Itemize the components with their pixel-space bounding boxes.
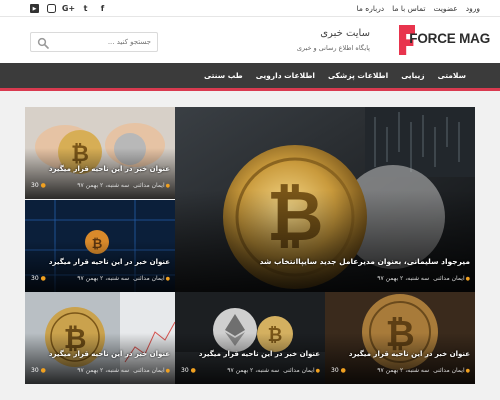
search-icon[interactable] [37, 37, 49, 49]
post-author[interactable]: ایمان مدائنی [133, 367, 170, 374]
eye-icon: ● [40, 182, 46, 189]
post-meta: ایمان مدائنی سه شنبه، ۲ بهمن ۹۷ [227, 367, 320, 374]
search-box [30, 32, 158, 52]
instagram-icon[interactable] [47, 4, 56, 13]
post-meta: ایمان مدائنی سه شنبه، ۲ بهمن ۹۷ [77, 182, 170, 189]
eye-icon: ● [340, 367, 346, 374]
post-author[interactable]: ایمان مدائنی [133, 275, 170, 282]
search-input[interactable] [52, 33, 157, 51]
post-meta: ایمان مدائنی سه شنبه، ۲ بهمن ۹۷ [77, 275, 170, 282]
post-author[interactable]: ایمان مدائنی [433, 367, 470, 374]
post-card[interactable]: ₿ عنوان خبر در این ناحیه قرار میگیرد ایم… [325, 292, 475, 384]
post-title[interactable]: عنوان خبر در این ناحیه قرار میگیرد [49, 258, 170, 266]
post-date: سه شنبه، ۲ بهمن ۹۷ [227, 367, 280, 374]
post-author[interactable]: ایمان مدائنی [283, 367, 320, 374]
top-nav: ورود عضویت تماس با ما درباره ما [357, 0, 480, 17]
logo-text[interactable]: FORCE MAG [409, 31, 490, 46]
nav-item-drug-info[interactable]: اطلاعات دارویی [256, 71, 315, 80]
facebook-icon[interactable]: f [98, 4, 107, 13]
post-views: 30 ● [331, 367, 346, 374]
post-author[interactable]: ایمان مدائنی [433, 275, 470, 282]
post-meta: ایمان مدائنی سه شنبه، ۲ بهمن ۹۷ [377, 367, 470, 374]
post-views: 30 ● [31, 182, 46, 189]
post-title[interactable]: میرجواد سلیمانی، بعنوان مدیرعامل جدید سا… [260, 257, 470, 266]
nav-item-beauty[interactable]: زیبایی [401, 71, 424, 80]
post-card[interactable]: ₿ عنوان خبر در این ناحیه قرار میگیرد ایم… [175, 292, 325, 384]
post-card[interactable]: ₿ عنوان خبر در این ناحیه قرار میگیرد ایم… [25, 292, 175, 384]
site-name: سایت خبری [320, 28, 370, 39]
post-views: 30 ● [31, 367, 46, 374]
google-plus-icon[interactable]: G+ [62, 4, 75, 13]
post-card[interactable]: ₿ عنوان خبر در این ناحیه قرار میگیرد ایم… [25, 107, 175, 199]
post-date: سه شنبه، ۲ بهمن ۹۷ [77, 275, 130, 282]
post-views: 30 ● [31, 275, 46, 282]
about-link[interactable]: درباره ما [357, 4, 385, 13]
top-bar: ورود عضویت تماس با ما درباره ما ▶ G+ t f [0, 0, 500, 17]
youtube-icon[interactable]: ▶ [30, 4, 39, 13]
post-date: سه شنبه، ۲ بهمن ۹۷ [77, 367, 130, 374]
featured-post[interactable]: ₿ میرجواد سلیمانی، بعنوان مدیرعامل جدید … [175, 107, 475, 292]
post-meta: ایمان مدائنی سه شنبه، ۲ بهمن ۹۷ [77, 367, 170, 374]
eye-icon: ● [40, 367, 46, 374]
post-views: 30 ● [181, 367, 196, 374]
post-card[interactable]: ₿ عنوان خبر در این ناحیه قرار میگیرد ایم… [25, 200, 175, 292]
post-title[interactable]: عنوان خبر در این ناحیه قرار میگیرد [49, 350, 170, 358]
post-author[interactable]: ایمان مدائنی [133, 182, 170, 189]
nav-item-traditional-medicine[interactable]: طب سنتی [204, 71, 243, 80]
eye-icon: ● [190, 367, 196, 374]
site-header: FORCE MAG سایت خبری پایگاه اطلاع رسانی و… [0, 17, 500, 63]
post-title[interactable]: عنوان خبر در این ناحیه قرار میگیرد [349, 350, 470, 358]
site-tagline: پایگاه اطلاع رسانی و خبری [296, 44, 370, 52]
post-date: سه شنبه، ۲ بهمن ۹۷ [77, 182, 130, 189]
post-date: سه شنبه، ۲ بهمن ۹۷ [377, 367, 430, 374]
post-title[interactable]: عنوان خبر در این ناحیه قرار میگیرد [199, 350, 320, 358]
main-nav: سلامتی زیبایی اطلاعات پزشکی اطلاعات دارو… [0, 63, 500, 91]
eye-icon: ● [40, 275, 46, 282]
nav-item-health[interactable]: سلامتی [438, 71, 466, 80]
post-title[interactable]: عنوان خبر در این ناحیه قرار میگیرد [49, 165, 170, 173]
social-links: ▶ G+ t f [30, 0, 107, 17]
post-meta: ایمان مدائنی سه شنبه، ۲ بهمن ۹۷ [377, 275, 470, 282]
contact-link[interactable]: تماس با ما [392, 4, 425, 13]
post-date: سه شنبه، ۲ بهمن ۹۷ [377, 275, 430, 282]
register-link[interactable]: عضویت [433, 4, 457, 13]
nav-item-medical-info[interactable]: اطلاعات پزشکی [328, 71, 388, 80]
twitter-icon[interactable]: t [81, 4, 90, 13]
login-link[interactable]: ورود [466, 4, 480, 13]
